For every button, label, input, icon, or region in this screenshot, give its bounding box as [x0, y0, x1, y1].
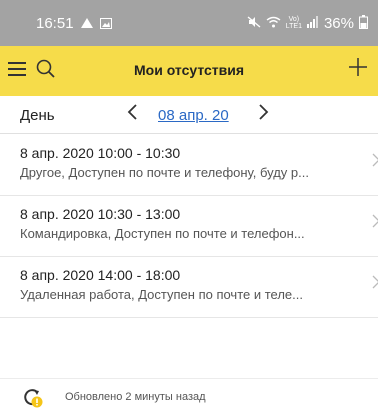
period-selector: День 08 апр. 20 — [0, 96, 378, 134]
status-bar-right: Vo) LTE1 36% — [247, 14, 368, 32]
plus-icon[interactable] — [346, 55, 370, 81]
cloud-warning-icon — [80, 17, 94, 29]
chevron-right-icon[interactable] — [254, 103, 274, 125]
volte-top-label: Vo) — [288, 16, 300, 23]
status-time: 16:51 — [36, 14, 74, 32]
item-title: 8 апр. 2020 10:30 - 13:00 — [20, 206, 181, 222]
chevron-right-icon — [372, 275, 378, 294]
app-bar: Мои отсутствия — [0, 46, 378, 96]
wifi-icon — [266, 16, 281, 31]
status-bar: 16:51 Vo) LTE1 36% — [0, 0, 378, 46]
item-description: Командировка, Доступен по почте и телефо… — [20, 226, 305, 241]
list-item[interactable]: 8 апр. 2020 14:00 - 18:00 Удаленная рабо… — [0, 257, 378, 318]
chevron-right-icon — [372, 214, 378, 233]
absence-list: 8 апр. 2020 10:00 - 10:30 Другое, Доступ… — [0, 135, 378, 318]
item-description: Другое, Доступен по почте и телефону, бу… — [20, 165, 309, 180]
refresh-warning-icon[interactable] — [22, 387, 44, 409]
period-label: День — [20, 107, 55, 124]
battery-icon — [359, 14, 368, 32]
volte-bottom-label: LTE1 — [285, 23, 302, 30]
last-updated-text: Обновлено 2 минуты назад — [65, 391, 206, 403]
list-item[interactable]: 8 апр. 2020 10:00 - 10:30 Другое, Доступ… — [0, 135, 378, 196]
item-title: 8 апр. 2020 10:00 - 10:30 — [20, 145, 181, 161]
item-title: 8 апр. 2020 14:00 - 18:00 — [20, 267, 181, 283]
signal-icon — [306, 15, 319, 31]
list-item[interactable]: 8 апр. 2020 10:30 - 13:00 Командировка, … — [0, 196, 378, 257]
volte-indicator: Vo) LTE1 — [286, 16, 302, 30]
status-bar-left: 16:51 — [36, 15, 112, 32]
image-icon — [99, 17, 112, 29]
date-link[interactable]: 08 апр. 20 — [158, 107, 229, 124]
item-description: Удаленная работа, Доступен по почте и те… — [20, 287, 303, 302]
chevron-right-icon — [372, 153, 378, 172]
chevron-left-icon[interactable] — [122, 103, 142, 125]
footer: Обновлено 2 минуты назад — [0, 378, 378, 417]
screen: 16:51 Vo) LTE1 36% Мои отсутствия День 0… — [0, 0, 378, 417]
battery-percent: 36% — [323, 14, 354, 32]
mute-icon — [247, 15, 261, 31]
page-title: Мои отсутствия — [133, 62, 245, 78]
